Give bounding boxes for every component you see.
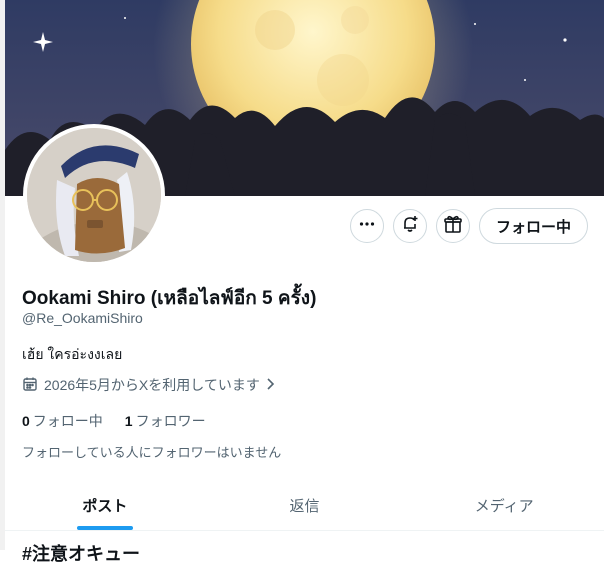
profile-handle: @Re_OokamiShiro xyxy=(22,310,143,326)
followers-you-know-note: フォローしている人にフォロワーはいません xyxy=(22,445,282,460)
notify-button[interactable] xyxy=(392,209,427,243)
profile-bio: เฮ้ย ใครอ่ะงงเลย xyxy=(22,346,123,362)
follow-stats: 0 フォロー中 1 フォロワー xyxy=(22,411,206,431)
avatar-image xyxy=(27,128,161,262)
gift-button[interactable] xyxy=(435,209,470,243)
followers-label: フォロワー xyxy=(135,413,206,429)
tab-replies-label: 返信 xyxy=(289,498,320,515)
joined-date[interactable]: 2026年5月からXを利用しています xyxy=(22,375,276,395)
followers-count: 1 xyxy=(124,413,133,429)
profile-actions: フォロー中 xyxy=(349,208,588,244)
bell-plus-icon xyxy=(400,214,420,239)
tab-media[interactable]: メディア xyxy=(404,481,604,530)
follow-button[interactable]: フォロー中 xyxy=(478,208,588,244)
chevron-right-icon xyxy=(266,377,276,394)
joined-text: 2026年5月からXを利用しています xyxy=(44,377,260,393)
active-tab-indicator xyxy=(76,526,133,530)
tab-media-label: メディア xyxy=(474,498,534,515)
calendar-icon xyxy=(22,376,38,395)
more-button[interactable] xyxy=(349,209,384,243)
following-count: 0 xyxy=(22,413,30,429)
profile-page: フォロー中 Ookami Shiro (เหลือไลฟ์อีก 5 ครั้ง… xyxy=(0,0,604,564)
following-link[interactable]: 0 フォロー中 xyxy=(22,411,103,431)
tab-posts-label: ポスト xyxy=(82,498,128,515)
following-label: フォロー中 xyxy=(32,413,103,429)
followers-link[interactable]: 1 フォロワー xyxy=(125,411,206,431)
profile-tabs: ポスト 返信 メディア xyxy=(5,481,604,531)
gift-icon xyxy=(443,214,463,239)
next-section-heading: #注意オキュー xyxy=(22,544,141,564)
more-icon xyxy=(358,215,376,238)
tab-replies[interactable]: 返信 xyxy=(205,481,405,530)
tab-posts[interactable]: ポスト xyxy=(5,481,205,530)
display-name: Ookami Shiro (เหลือไลฟ์อีก 5 ครั้ง) xyxy=(22,288,317,309)
profile-avatar[interactable] xyxy=(23,124,165,266)
